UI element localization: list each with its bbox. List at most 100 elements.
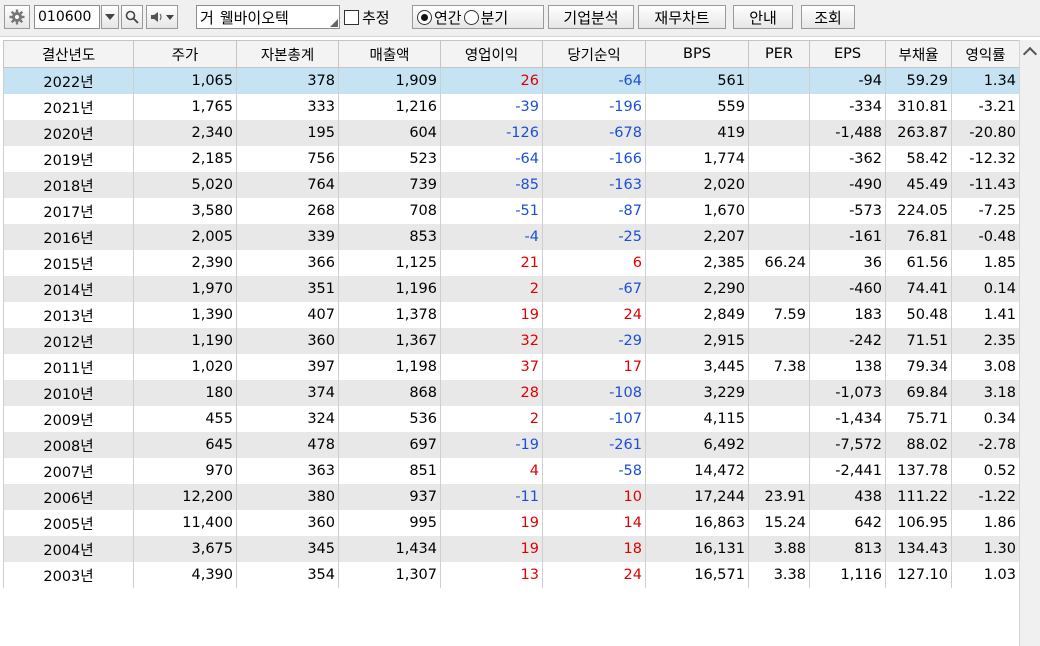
scroll-up-icon[interactable] [1022, 46, 1038, 62]
table-row[interactable]: 2015년 2,390 366 1,125 21 6 2,385 66.24 36 61.56 1.… [3, 250, 1020, 276]
column-header[interactable]: 부채율 [885, 40, 952, 68]
table-cell: 106.95 [885, 510, 952, 536]
table-cell: 79.34 [885, 354, 952, 380]
column-header[interactable]: 영업이익 [440, 40, 543, 68]
column-header[interactable]: 자본총계 [236, 40, 339, 68]
table-cell: 3,675 [133, 536, 237, 562]
table-cell: 4,115 [645, 406, 749, 432]
table-row[interactable]: 2006년 12,200 380 937 -11 10 17,244 23.91 438 111.… [3, 484, 1020, 510]
table-cell: 32 [440, 328, 543, 354]
table-cell: 3.88 [748, 536, 810, 562]
table-row[interactable]: 2004년 3,675 345 1,434 19 18 16,131 3.88 813 134.4… [3, 536, 1020, 562]
table-row[interactable]: 2020년 2,340 195 604 -126 -678 419 -1,488 263.87-… [3, 120, 1020, 146]
table-row[interactable]: 2018년 5,020 764 739 -85 -163 2,020 -490 45.49 -11… [3, 172, 1020, 198]
column-header[interactable]: EPS [809, 40, 886, 68]
table-cell: 6,492 [645, 432, 749, 458]
table-cell: -67 [542, 276, 646, 302]
search-button[interactable] [121, 5, 143, 29]
table-cell: 407 [236, 302, 339, 328]
table-cell: 2011년 [3, 354, 134, 380]
table-cell: 16,131 [645, 536, 749, 562]
table-row[interactable]: 2007년 970 363 851 4 -58 14,472 -2,441 137.78 0.52 [3, 458, 1020, 484]
table-row[interactable]: 2014년 1,970 351 1,196 2 -67 2,290 -460 74.41 0.14 [3, 276, 1020, 302]
table-cell: 50.48 [885, 302, 952, 328]
table-cell: 1,125 [338, 250, 441, 276]
company-analysis-button[interactable]: 기업분석 [548, 5, 634, 29]
table-row[interactable]: 2022년 1,065 378 1,909 26 -64 561 -94 59.29 1.34 [3, 67, 1020, 94]
table-row[interactable]: 2021년 1,765 333 1,216 -39 -196 559 -334 310.81 -3… [3, 94, 1020, 120]
table-cell: 1,765 [133, 94, 237, 120]
table-cell: 36 [809, 250, 886, 276]
table-cell: 1.41 [951, 302, 1020, 328]
annual-radio[interactable]: 연간 [417, 7, 462, 28]
table-cell: 24 [542, 562, 646, 588]
table-cell: 19 [440, 302, 543, 328]
table-cell: 26 [440, 67, 543, 94]
table-row[interactable]: 2008년 645 478 697 -19 -261 6,492 -7,572 88.02 -2.… [3, 432, 1020, 458]
annual-label: 연간 [434, 8, 462, 27]
table-cell: 0.34 [951, 406, 1020, 432]
table-row[interactable]: 2009년 455 324 536 2 -107 4,115 -1,434 75.71 0.34 [3, 406, 1020, 432]
table-row[interactable]: 2005년 11,400 360 995 19 14 16,863 15.24 642 106.9… [3, 510, 1020, 536]
table-cell: 2005년 [3, 510, 134, 536]
table-cell: -362 [809, 146, 886, 172]
table-cell: 1,367 [338, 328, 441, 354]
table-row[interactable]: 2012년 1,190 360 1,367 32 -29 2,915 -242 71.51 2.3… [3, 328, 1020, 354]
company-name-field[interactable]: 거 웰바이오텍 [196, 5, 340, 29]
table-cell [748, 198, 810, 224]
table-cell: -25 [542, 224, 646, 250]
speaker-button[interactable] [146, 5, 178, 29]
column-header[interactable]: 당기순익 [542, 40, 646, 68]
table-cell: 2016년 [3, 224, 134, 250]
table-cell: 7.38 [748, 354, 810, 380]
table-row[interactable]: 2019년 2,185 756 523 -64 -166 1,774 -362 58.42 -12… [3, 146, 1020, 172]
table-cell: 2010년 [3, 380, 134, 406]
column-header[interactable]: 매출액 [338, 40, 441, 68]
table-cell: 2,390 [133, 250, 237, 276]
inquiry-button[interactable]: 조회 [801, 5, 855, 29]
table-cell: 2008년 [3, 432, 134, 458]
table-cell: -29 [542, 328, 646, 354]
table-cell: 366 [236, 250, 339, 276]
code-dropdown-button[interactable] [101, 5, 119, 29]
table-cell: 1,970 [133, 276, 237, 302]
estimate-checkbox[interactable]: 추정 [344, 5, 404, 29]
table-cell: 853 [338, 224, 441, 250]
table-cell: 24 [542, 302, 646, 328]
table-row[interactable]: 2017년 3,580 268 708 -51 -87 1,670 -573 224.05 -7.… [3, 198, 1020, 224]
table-cell [748, 120, 810, 146]
column-header[interactable]: 영익률 [951, 40, 1020, 68]
table-row[interactable]: 2003년 4,390 354 1,307 13 24 16,571 3.38 1,116 127… [3, 562, 1020, 588]
table-cell: 1,065 [133, 67, 237, 94]
table-cell: 1,198 [338, 354, 441, 380]
table-cell: 74.41 [885, 276, 952, 302]
table-cell: 195 [236, 120, 339, 146]
table-cell: 2012년 [3, 328, 134, 354]
column-header[interactable]: PER [748, 40, 810, 68]
column-header[interactable]: 주가 [133, 40, 237, 68]
table-cell: 2 [440, 406, 543, 432]
table-cell: -1,073 [809, 380, 886, 406]
gear-icon-button[interactable] [4, 5, 30, 29]
table-cell: 2019년 [3, 146, 134, 172]
table-cell: 310.81 [885, 94, 952, 120]
column-header[interactable]: BPS [645, 40, 749, 68]
table-row[interactable]: 2010년 180 374 868 28 -108 3,229 -1,073 69.84 3.18 [3, 380, 1020, 406]
vertical-scrollbar[interactable] [1019, 40, 1040, 646]
table-row[interactable]: 2011년 1,020 397 1,198 37 17 3,445 7.38 138 79.34 3… [3, 354, 1020, 380]
table-row[interactable]: 2013년 1,390 407 1,378 19 24 2,849 7.59 183 50.48 1… [3, 302, 1020, 328]
table-row[interactable]: 2016년 2,005 339 853 -4 -25 2,207 -161 76.81 -0.48 [3, 224, 1020, 250]
table-cell: 339 [236, 224, 339, 250]
table-cell: 937 [338, 484, 441, 510]
quarter-radio[interactable]: 분기 [463, 7, 508, 28]
table-cell: 4,390 [133, 562, 237, 588]
guide-button[interactable]: 안내 [733, 5, 793, 29]
table-cell: 3.18 [951, 380, 1020, 406]
table-cell: 333 [236, 94, 339, 120]
financial-chart-button[interactable]: 재무차트 [638, 5, 726, 29]
table-cell: 6 [542, 250, 646, 276]
stock-code-input[interactable]: 010600 [34, 5, 100, 29]
column-header[interactable]: 결산년도 [3, 40, 134, 68]
table-cell: 180 [133, 380, 237, 406]
table-cell: 1,196 [338, 276, 441, 302]
